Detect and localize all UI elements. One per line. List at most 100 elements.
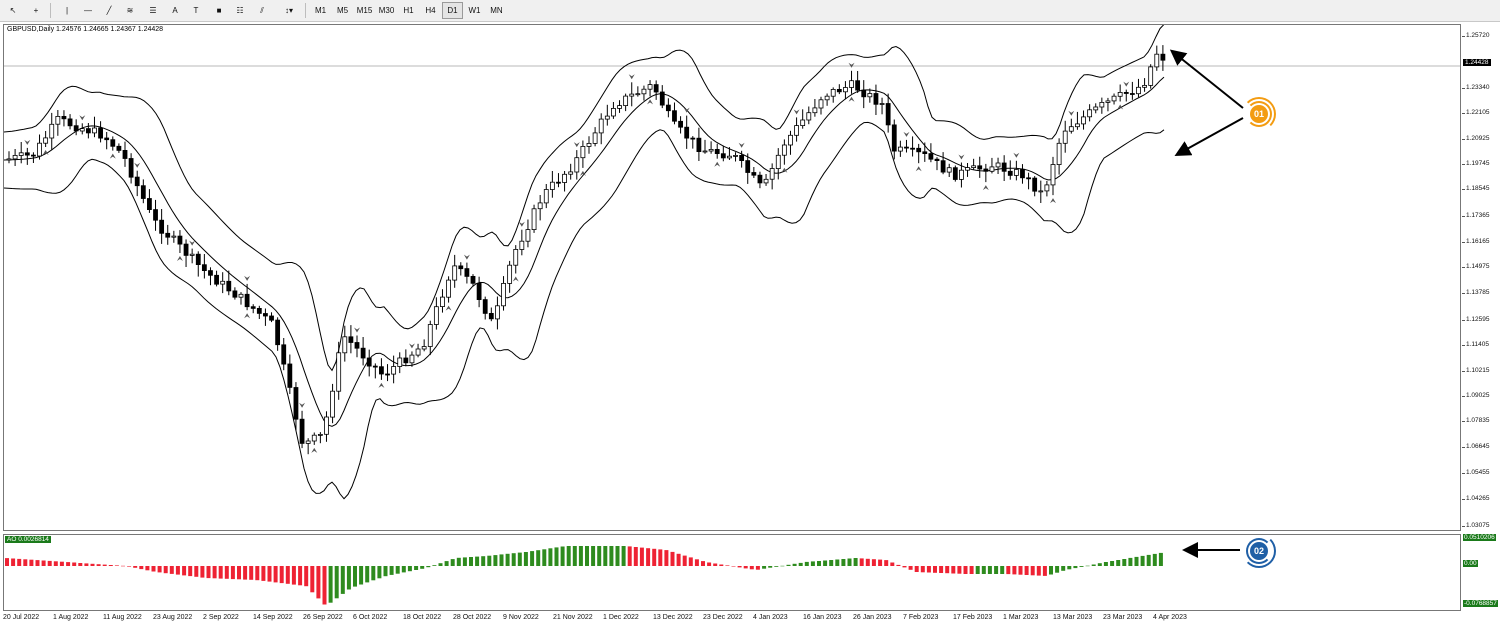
timeframe-w1-button[interactable]: W1 — [464, 2, 485, 19]
fractal-up-marker — [1013, 152, 1020, 158]
ao-bar-red — [182, 566, 187, 576]
bearish-candle — [24, 152, 30, 156]
ao-bar-red — [926, 566, 931, 573]
bullish-candle — [586, 143, 592, 147]
timeframe-h1-button[interactable]: H1 — [398, 2, 419, 19]
bullish-candle — [433, 306, 439, 325]
bullish-candle — [55, 116, 61, 125]
trendline-icon[interactable]: ╱ — [100, 2, 118, 19]
ao-bar-green — [328, 566, 333, 603]
crosshair-icon[interactable]: + — [27, 2, 45, 19]
arrows-dropdown-icon[interactable]: ↕▾ — [277, 2, 301, 19]
date-tick: 1 Mar 2023 — [1003, 614, 1039, 621]
bullish-candle — [501, 282, 506, 307]
timeframe-m15-button[interactable]: M15 — [354, 2, 375, 19]
bullish-candle — [189, 253, 195, 256]
bearish-candle — [940, 160, 946, 173]
fractal-up-marker — [1068, 110, 1075, 116]
price-tick: 1.14975 — [1462, 263, 1490, 270]
ao-bar-red — [945, 566, 950, 574]
fibonacci-retracement-icon[interactable]: ☰ — [144, 2, 162, 19]
bullish-candle — [12, 154, 18, 160]
bullish-candle — [562, 173, 567, 183]
fractal-down-marker — [378, 382, 385, 388]
fractal-down-marker — [311, 447, 318, 453]
bullish-candle — [446, 279, 451, 298]
timeframe-d1-button[interactable]: D1 — [442, 2, 463, 19]
bearish-candle — [745, 160, 751, 173]
cursor-icon[interactable]: ↖ — [4, 2, 22, 19]
date-tick: 23 Aug 2022 — [153, 614, 193, 621]
bullish-candle — [775, 154, 781, 170]
ao-bar-red — [890, 562, 895, 566]
bullish-candle — [1038, 190, 1044, 193]
timeframe-m1-button[interactable]: M1 — [310, 2, 331, 19]
ao-bar-green — [981, 566, 986, 574]
fractal-down-marker — [982, 185, 989, 191]
bearish-candle — [1123, 92, 1129, 94]
ao-bar-green — [1067, 566, 1072, 570]
ao-bar-red — [151, 566, 156, 572]
bearish-candle — [269, 315, 274, 321]
ao-bar-red — [200, 566, 205, 578]
current-price-label: 1.24428 — [1463, 59, 1491, 66]
ao-bar-red — [749, 566, 754, 570]
ao-bar-red — [920, 566, 925, 573]
bullish-candle — [641, 88, 647, 95]
timeframe-m5-button[interactable]: M5 — [332, 2, 353, 19]
bearish-candle — [372, 365, 378, 368]
ao-bar-red — [1018, 566, 1023, 575]
bearish-candle — [366, 357, 372, 367]
ao-bar-green — [469, 557, 473, 566]
ao-bar-green — [1079, 566, 1084, 567]
text-icon[interactable]: A — [166, 2, 184, 19]
ao-bar-green — [450, 559, 455, 566]
timeframe-h4-button[interactable]: H4 — [420, 2, 441, 19]
bearish-candle — [348, 336, 354, 343]
vertical-line-icon[interactable]: | — [58, 2, 76, 19]
bullish-candle — [812, 107, 818, 114]
ao-bar-green — [444, 561, 449, 566]
ao-bar-red — [47, 560, 52, 566]
ao-bar-red — [1030, 566, 1035, 576]
ao-bar-red — [84, 563, 89, 566]
bearish-candle — [739, 154, 745, 161]
bullish-candle — [794, 125, 799, 136]
ao-bar-red — [743, 566, 748, 569]
ao-bar-green — [481, 556, 486, 566]
fibonacci-channel-icon[interactable]: ≋ — [121, 2, 139, 19]
ao-bar-green — [462, 557, 467, 566]
ao-bar-red — [157, 566, 162, 573]
timeframe-m30-button[interactable]: M30 — [376, 2, 397, 19]
bullish-candle — [1105, 100, 1111, 103]
bullish-candle — [311, 434, 317, 442]
equidistant-channel-icon[interactable]: ⫽ — [253, 2, 271, 19]
rectangle-icon[interactable]: ■ — [210, 2, 228, 19]
bearish-candle — [751, 172, 757, 176]
ao-bar-red — [11, 558, 16, 566]
bearish-candle — [183, 243, 189, 256]
bullish-candle — [1136, 86, 1141, 95]
ao-bar-green — [835, 559, 840, 566]
ao-bar-green — [475, 556, 480, 566]
text-label-icon[interactable]: T — [187, 2, 205, 19]
ao-bar-red — [114, 565, 119, 566]
date-tick: 7 Feb 2023 — [903, 614, 939, 621]
fractal-up-marker — [244, 275, 251, 281]
ao-bar-green — [334, 566, 339, 599]
bearish-candle — [952, 167, 958, 180]
timeframe-mn-button[interactable]: MN — [486, 2, 507, 19]
bullish-candle — [897, 146, 903, 152]
bearish-candle — [165, 232, 171, 238]
bullish-candle — [580, 146, 586, 159]
price-tick: 1.03075 — [1462, 522, 1490, 529]
fibonacci-fan-icon[interactable]: ☷ — [231, 2, 249, 19]
bearish-candle — [714, 149, 720, 155]
horizontal-line-icon[interactable]: — — [79, 2, 97, 19]
bearish-candle — [482, 299, 488, 314]
bullish-candle — [1148, 66, 1154, 86]
fractal-down-marker — [445, 305, 452, 311]
bullish-candle — [1117, 92, 1123, 97]
ao-bar-green — [1134, 556, 1139, 566]
ao-bar-red — [139, 566, 144, 570]
